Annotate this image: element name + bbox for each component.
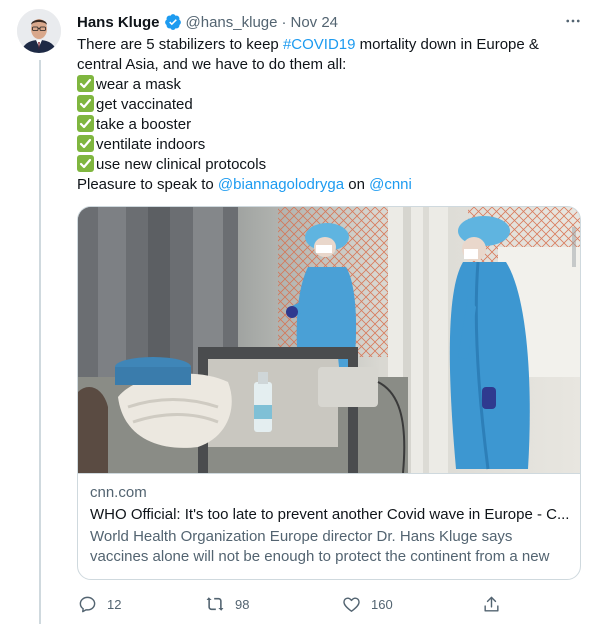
card-description: World Health Organization Europe directo… [90,528,550,565]
card-text: cnn.com WHO Official: It's too late to p… [90,483,570,567]
header-separator: · [281,13,287,31]
avatar[interactable] [17,9,61,53]
verified-badge-icon [164,13,182,31]
tweet-actions: 12 98 160 [77,590,577,618]
list-item: use new clinical protocols [77,155,567,175]
card-domain: cnn.com [90,484,147,501]
heart-icon [341,594,361,614]
reply-button[interactable]: 12 [77,590,121,618]
more-options-icon[interactable] [562,10,584,32]
link-preview-card[interactable]: cnn.com WHO Official: It's too late to p… [77,206,581,580]
list-item-text: take a booster [96,116,192,133]
like-count: 160 [371,596,393,612]
author-name[interactable]: Hans Kluge [77,14,160,31]
list-item: ventilate indoors [77,135,567,155]
share-button[interactable] [481,590,511,618]
tweet-header: Hans Kluge @hans_kluge · Nov 24 [77,12,338,32]
like-button[interactable]: 160 [341,590,393,618]
check-mark-icon [77,135,94,152]
retweet-icon [205,594,225,614]
thread-line [39,60,41,624]
retweet-count: 98 [235,596,250,612]
list-item: get vaccinated [77,95,567,115]
hashtag-link[interactable]: #COVID19 [283,36,356,53]
author-handle[interactable]: @hans_kluge [186,14,278,31]
reply-icon [77,594,97,614]
check-mark-icon [77,75,94,92]
tweet-intro-text: There are 5 stabilizers to keep [77,36,283,53]
retweet-button[interactable]: 98 [205,590,249,618]
tweet-line-2: central Asia, and we have to do them all… [77,56,347,73]
list-item-text: ventilate indoors [96,136,206,153]
check-mark-icon [77,155,94,172]
card-title: WHO Official: It's too late to prevent a… [90,506,570,523]
list-item-text: get vaccinated [96,96,193,113]
closing-text-on: on [344,176,370,193]
tweet-date[interactable]: Nov 24 [290,14,338,31]
mention-link[interactable]: @cnni [369,176,412,193]
list-item: wear a mask [77,75,567,95]
avatar-photo [17,9,61,53]
list-item-text: wear a mask [96,76,182,93]
list-item-text: use new clinical protocols [96,156,267,173]
tweet-closing-line: Pleasure to speak to @biannagolodryga on… [77,175,567,195]
list-item: take a booster [77,115,567,135]
tweet-text: There are 5 stabilizers to keep #COVID19… [77,35,567,195]
check-mark-icon [77,115,94,132]
share-icon [481,594,501,614]
reply-count: 12 [107,596,122,612]
card-image [78,207,580,474]
tweet-intro-text-continued: mortality down in Europe & [355,36,539,53]
closing-text: Pleasure to speak to [77,176,218,193]
mention-link[interactable]: @biannagolodryga [218,176,344,193]
tweet-line-1: There are 5 stabilizers to keep #COVID19… [77,35,567,55]
check-mark-icon [77,95,94,112]
